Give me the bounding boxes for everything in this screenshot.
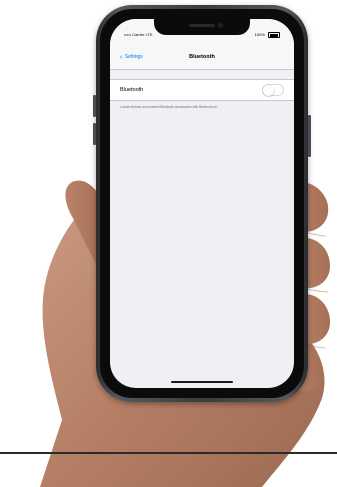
volume-button (93, 95, 96, 117)
battery-icon (268, 32, 280, 38)
phone-screen: ••••• Carrier LTE 12:34 100% ‹ Settings (110, 19, 294, 388)
navigation-bar: ‹ Settings Bluetooth (110, 47, 294, 70)
home-indicator[interactable] (171, 380, 233, 383)
bluetooth-row: Bluetooth (110, 79, 294, 101)
page-title: Bluetooth (189, 54, 215, 60)
settings-content: Bluetooth Locate devices and connect Blu… (110, 79, 294, 388)
phone-bezel: ••••• Carrier LTE 12:34 100% ‹ Settings (100, 9, 304, 398)
notch (154, 19, 250, 35)
volume-button (93, 123, 96, 145)
phone-device: ••••• Carrier LTE 12:34 100% ‹ Settings (93, 5, 311, 402)
back-button-label: Settings (124, 54, 143, 60)
back-button[interactable]: ‹ Settings (120, 54, 143, 61)
carrier-label: ••••• Carrier LTE (124, 32, 153, 37)
speaker-grille (189, 24, 215, 27)
bluetooth-toggle[interactable] (262, 84, 284, 96)
battery-indicator: 100% (255, 32, 280, 38)
photo-scene: ••••• Carrier LTE 12:34 100% ‹ Settings (0, 0, 337, 487)
chevron-left-icon: ‹ (120, 54, 123, 61)
front-camera (218, 23, 223, 28)
power-button (308, 115, 311, 157)
battery-percent: 100% (254, 32, 265, 38)
divider-line (0, 452, 337, 454)
battery-fill (269, 33, 278, 37)
bluetooth-label: Bluetooth (120, 87, 144, 93)
toggle-knob (263, 85, 274, 96)
bluetooth-footnote: Locate devices and connect Bluetooth acc… (120, 105, 218, 109)
